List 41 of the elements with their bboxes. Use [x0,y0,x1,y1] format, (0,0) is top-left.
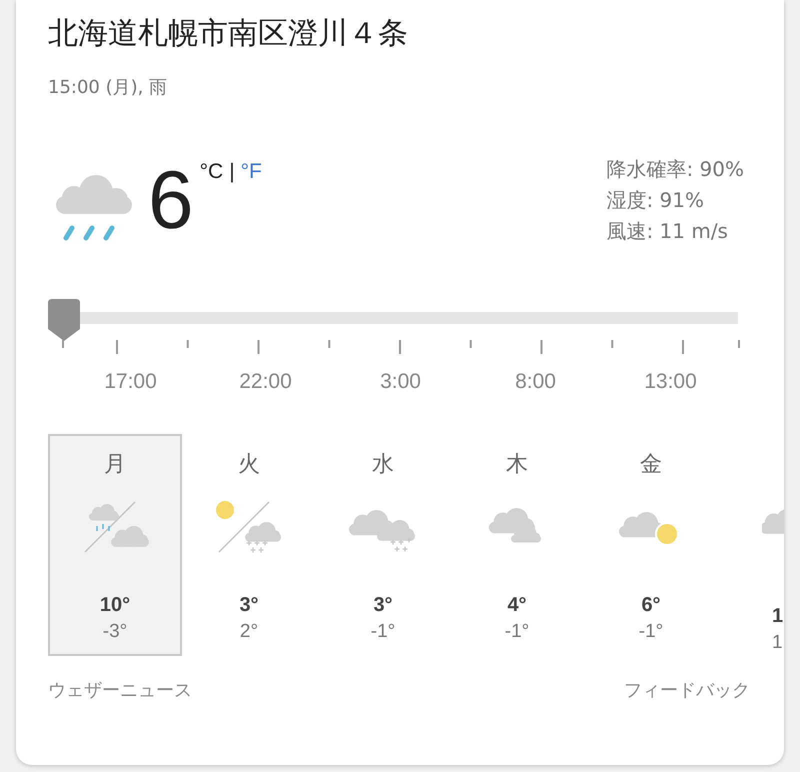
time-label: 8:00 [514,370,557,394]
time-label: 13:00 [643,370,698,394]
low-temperature: -1° [504,621,530,643]
day-column[interactable]: 1 1 [718,434,784,656]
day-name: 水 [372,451,394,479]
low-temperature: 2° [240,621,258,643]
low-temperature: -3° [102,621,128,643]
high-temperature: 3° [239,594,259,617]
weather-stat: 風速: 11 m/s [606,218,729,245]
day-name: 金 [640,451,662,479]
temperature: 6 [148,160,194,242]
high-temperature: 6° [641,594,661,617]
unit-toggle[interactable]: °C [200,160,224,184]
selected-day[interactable]: 月 10° -3° [48,434,182,656]
low-temperature: 1 [772,632,783,654]
low-temperature: -1° [638,621,664,643]
day-name: 月 [104,451,126,479]
time-label: 22:00 [238,370,293,394]
time-condition: 15:00 (月), 雨 [48,76,168,100]
weather-news-link[interactable]: ウェザーニュース [48,678,192,702]
weather-stat: 湿度: 91% [606,187,705,214]
high-temperature: 3° [373,594,393,617]
high-temperature: 4° [507,594,527,617]
unit-separator: | [229,160,235,184]
unit-toggle[interactable]: °F [240,160,262,184]
feedback-link[interactable]: フィードバック [624,678,750,702]
day-name: 火 [238,451,260,479]
location-title: 北海道札幌市南区澄川４条 [48,15,409,53]
day-column[interactable]: 金 6° -1° [584,434,718,656]
day-column[interactable]: 水 3° -1° [316,434,450,656]
time-label: 17:00 [103,370,158,394]
day-name: 木 [506,451,528,479]
time-label: 3:00 [379,370,422,394]
weather-stat: 降水確率: 90% [606,156,744,183]
cloud-icon [762,507,784,535]
low-temperature: -1° [370,621,396,643]
high-temperature: 10° [100,594,130,617]
day-column[interactable]: 木 4° -1° [450,434,584,656]
day-column[interactable]: 火 3° 2° [182,434,316,656]
high-temperature: 1 [772,605,784,628]
slider-thumb[interactable] [48,299,80,341]
